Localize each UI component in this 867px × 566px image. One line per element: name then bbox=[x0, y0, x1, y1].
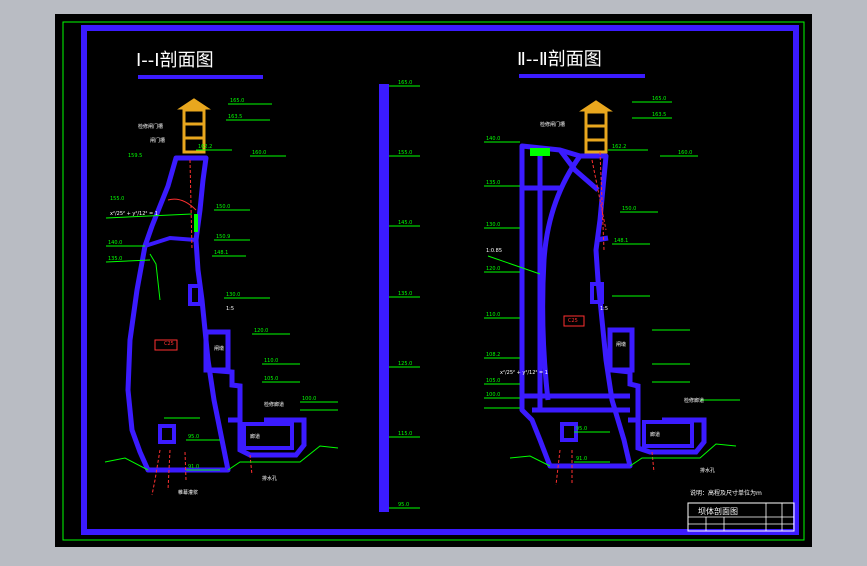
svg-text:135.0: 135.0 bbox=[398, 291, 412, 297]
right-formula-label: x²/25² + y²/12² = 1 bbox=[500, 370, 548, 376]
svg-text:100.0: 100.0 bbox=[486, 392, 500, 398]
section2-title: Ⅱ--Ⅱ剖面图 bbox=[517, 49, 602, 70]
svg-text:145.0: 145.0 bbox=[398, 220, 412, 226]
svg-text:95.0: 95.0 bbox=[398, 502, 409, 508]
svg-text:130.0: 130.0 bbox=[486, 222, 500, 228]
svg-text:110.0: 110.0 bbox=[486, 312, 500, 318]
left-grout-curtain-label: 帷幕灌浆 bbox=[178, 489, 198, 496]
title-block-name: 坝体剖面图 bbox=[698, 506, 738, 516]
svg-text:135.0: 135.0 bbox=[486, 180, 500, 186]
svg-text:163.5: 163.5 bbox=[652, 112, 666, 118]
left-concrete-label: C25 bbox=[164, 341, 174, 347]
svg-text:155.0: 155.0 bbox=[398, 150, 412, 156]
right-concrete-label: C25 bbox=[568, 318, 578, 324]
svg-text:162.2: 162.2 bbox=[612, 144, 626, 150]
svg-text:105.0: 105.0 bbox=[486, 378, 500, 384]
section1-title-underline bbox=[138, 75, 263, 79]
svg-text:108.2: 108.2 bbox=[486, 352, 500, 358]
svg-text:165.0: 165.0 bbox=[230, 98, 244, 104]
left-drain-hole-label: 排水孔 bbox=[262, 475, 277, 482]
left-formula-label: x²/25² + y²/12² = 1 bbox=[110, 211, 158, 217]
svg-text:150.0: 150.0 bbox=[216, 204, 230, 210]
svg-text:160.0: 160.0 bbox=[252, 150, 266, 156]
svg-text:159.5: 159.5 bbox=[128, 153, 142, 159]
svg-text:163.5: 163.5 bbox=[228, 114, 242, 120]
svg-text:125.0: 125.0 bbox=[398, 361, 412, 367]
svg-text:120.0: 120.0 bbox=[254, 328, 268, 334]
svg-text:95.0: 95.0 bbox=[188, 434, 199, 440]
svg-text:150.9: 150.9 bbox=[216, 234, 230, 240]
model-space bbox=[55, 14, 812, 547]
left-wall-label: 闸墩 bbox=[214, 345, 224, 352]
drawing-canvas[interactable]: Ⅰ--Ⅰ剖面图 Ⅱ--Ⅱ剖面图 检修闸门槽 闸门槽 x²/25² + y²/12… bbox=[0, 0, 867, 562]
left-gallery-label: 廊道 bbox=[250, 433, 260, 440]
svg-text:105.0: 105.0 bbox=[264, 376, 278, 382]
cad-viewport[interactable]: Ⅰ--Ⅰ剖面图 Ⅱ--Ⅱ剖面图 检修闸门槽 闸门槽 x²/25² + y²/12… bbox=[0, 0, 867, 562]
svg-text:160.0: 160.0 bbox=[678, 150, 692, 156]
svg-text:95.0: 95.0 bbox=[576, 426, 587, 432]
right-inspection-gallery-label: 检修廊道 bbox=[684, 397, 704, 404]
left-inspection-gallery-label: 检修廊道 bbox=[264, 401, 284, 408]
section1-title: Ⅰ--Ⅰ剖面图 bbox=[136, 50, 214, 71]
svg-text:162.2: 162.2 bbox=[198, 144, 212, 150]
svg-text:165.0: 165.0 bbox=[398, 80, 412, 86]
svg-text:120.0: 120.0 bbox=[486, 266, 500, 272]
section2-title-underline bbox=[519, 74, 645, 78]
left-trash-rack-label: 检修闸门槽 bbox=[138, 123, 163, 130]
right-ratio-label: 1:5 bbox=[600, 306, 608, 312]
svg-text:150.0: 150.0 bbox=[622, 206, 636, 212]
svg-text:165.0: 165.0 bbox=[652, 96, 666, 102]
right-trash-rack-label: 检修闸门槽 bbox=[540, 121, 565, 128]
svg-text:115.0: 115.0 bbox=[398, 431, 412, 437]
drawing-note: 说明：高程及尺寸单位为m bbox=[690, 489, 762, 497]
svg-text:130.0: 130.0 bbox=[226, 292, 240, 298]
svg-text:91.0: 91.0 bbox=[576, 456, 587, 462]
svg-text:140.0: 140.0 bbox=[108, 240, 122, 246]
svg-text:110.0: 110.0 bbox=[264, 358, 278, 364]
right-gallery-label: 廊道 bbox=[650, 431, 660, 438]
svg-text:135.0: 135.0 bbox=[108, 256, 122, 262]
right-drain-hole-label: 排水孔 bbox=[700, 467, 715, 474]
left-ratio-label: 1:5 bbox=[226, 306, 234, 312]
svg-text:155.0: 155.0 bbox=[110, 196, 124, 202]
left-gate-slot-label: 闸门槽 bbox=[150, 137, 165, 144]
right-slope-label: 1:0.85 bbox=[486, 248, 502, 254]
svg-text:148.1: 148.1 bbox=[214, 250, 228, 256]
svg-text:100.0: 100.0 bbox=[302, 396, 316, 402]
svg-text:91.0: 91.0 bbox=[188, 464, 199, 470]
right-wall-label: 闸墩 bbox=[616, 341, 626, 348]
svg-text:140.0: 140.0 bbox=[486, 136, 500, 142]
svg-text:148.1: 148.1 bbox=[614, 238, 628, 244]
